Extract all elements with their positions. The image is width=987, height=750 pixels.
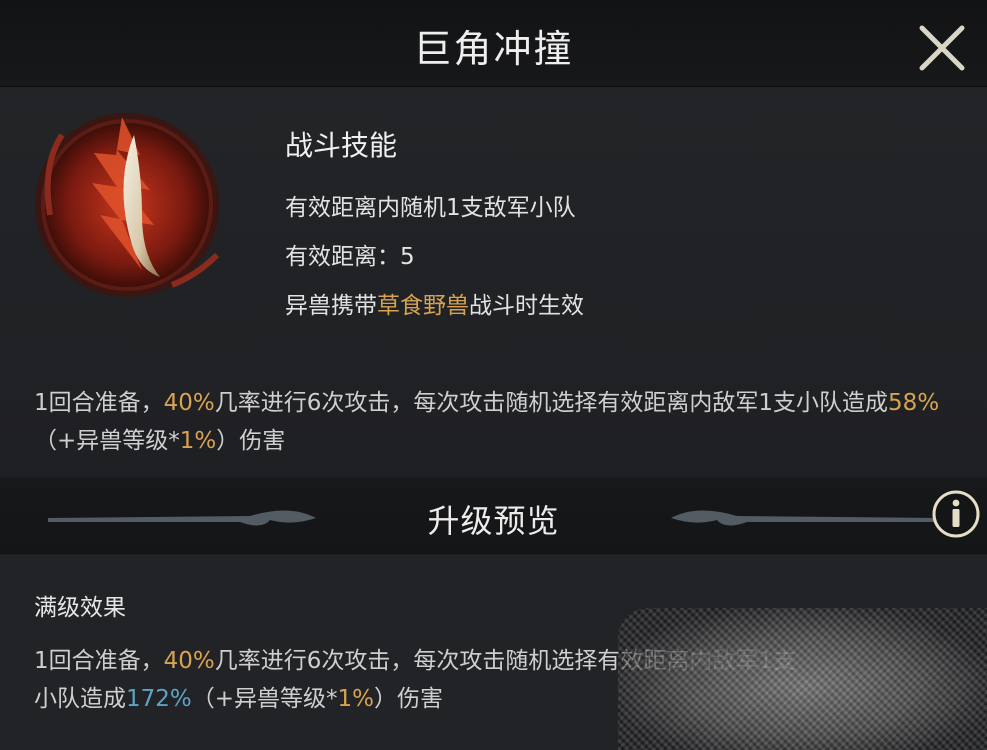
- max-desc-damage: 172%: [126, 686, 192, 712]
- desc-part: 几率进行6次攻击，每次攻击随机选择有效距离内敌军1支小队造成: [214, 390, 889, 416]
- desc-part: 1回合准备，: [34, 390, 164, 416]
- condition-pre: 异兽携带: [285, 293, 377, 319]
- horn-icon: [22, 95, 232, 305]
- skill-range: 有效距离：5: [285, 237, 415, 271]
- desc-part: （+异兽等级*: [191, 686, 338, 712]
- max-level-label: 满级效果: [34, 595, 126, 621]
- close-icon: [919, 25, 965, 71]
- skill-type-label: 战斗技能: [285, 129, 398, 162]
- desc-part: 小队造成: [34, 686, 126, 712]
- info-button[interactable]: [930, 488, 982, 540]
- page-title: 巨角冲撞: [413, 27, 574, 71]
- close-button[interactable]: [914, 20, 970, 76]
- desc-part: ）伤害: [216, 428, 286, 454]
- range-value: 5: [400, 244, 415, 270]
- desc-part: ）伤害: [374, 686, 444, 712]
- desc-chance: 40%: [163, 390, 215, 416]
- max-desc-chance: 40%: [163, 648, 215, 674]
- upgrade-title: 升级预览: [427, 502, 560, 540]
- skill-description: 1回合准备，40%几率进行6次攻击，每次攻击随机选择有效距离内敌军1支小队造成5…: [34, 384, 964, 460]
- skill-condition: 异兽携带草食野兽战斗时生效: [285, 286, 584, 320]
- condition-post: 战斗时生效: [469, 293, 584, 319]
- max-desc-scale: 1%: [337, 686, 375, 712]
- info-icon: [932, 490, 980, 538]
- watermark-overlay: [618, 608, 987, 750]
- skill-target-text: 有效距离内随机1支敌军小队: [285, 195, 576, 221]
- desc-part: 1回合准备，: [34, 648, 164, 674]
- range-label: 有效距离：: [285, 244, 400, 270]
- desc-part: 几率进行6次攻击，每次攻击随机: [214, 648, 552, 674]
- desc-part: （+异兽等级*: [34, 428, 180, 454]
- desc-scale: 1%: [179, 428, 217, 454]
- condition-highlight: 草食野兽: [377, 293, 469, 319]
- desc-damage: 58%: [888, 390, 940, 416]
